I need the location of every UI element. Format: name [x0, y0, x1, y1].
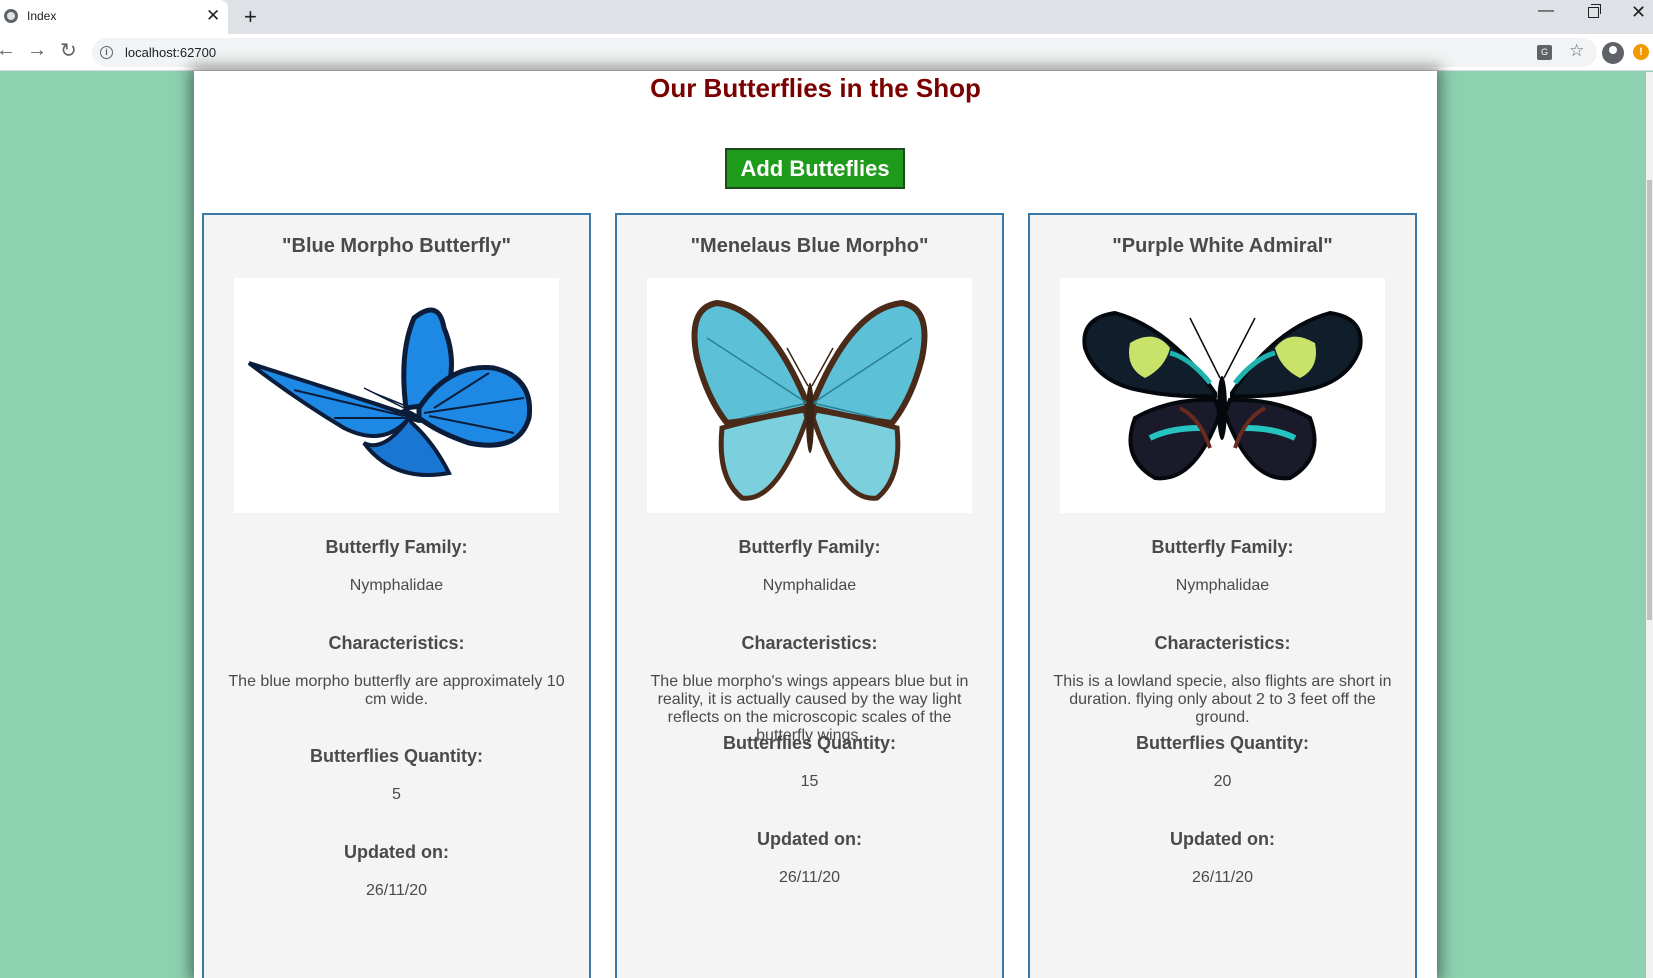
- address-bar[interactable]: i localhost:62700 G ☆: [92, 38, 1597, 67]
- characteristics-value: The blue morpho butterfly are approximat…: [228, 673, 565, 708]
- butterfly-illustration: [691, 299, 928, 501]
- minimize-icon[interactable]: —: [1538, 2, 1554, 20]
- page-panel: Our Butterflies in the Shop Add Buttefli…: [194, 71, 1437, 978]
- updated-label: Updated on:: [344, 842, 449, 862]
- update-alert-icon[interactable]: !: [1633, 44, 1649, 60]
- butterfly-illustration: [1082, 310, 1363, 481]
- browser-tab-bar: Index ✕ + — ✕: [0, 0, 1653, 34]
- family-label: Butterfly Family:: [738, 537, 881, 557]
- family-value: Nymphalidae: [349, 577, 444, 594]
- new-tab-icon[interactable]: +: [244, 4, 257, 30]
- family-label: Butterfly Family:: [325, 537, 468, 557]
- blue-morpho-butterfly-image: [247, 307, 533, 477]
- family-label: Butterfly Family:: [1151, 537, 1294, 557]
- butterfly-name: "Purple White Admiral": [1112, 235, 1333, 257]
- browser-tab[interactable]: Index ✕: [0, 0, 228, 34]
- family-value: Nymphalidae: [762, 577, 857, 594]
- updated-value: 26/11/20: [1191, 869, 1254, 886]
- reload-icon[interactable]: ↻: [60, 38, 77, 63]
- quantity-value: 20: [1213, 773, 1232, 790]
- family-value: Nymphalidae: [1175, 577, 1270, 594]
- updated-value: 26/11/20: [778, 869, 841, 886]
- purple-white-admiral-image: [1082, 310, 1363, 481]
- butterfly-card: "Menelaus Blue Morpho" Butterfly Family:…: [615, 213, 1004, 978]
- quantity-label: Butterflies Quantity:: [309, 746, 483, 766]
- characteristics-value: This is a lowland specie, also flights a…: [1053, 673, 1392, 726]
- url-text[interactable]: localhost:62700: [125, 45, 216, 60]
- butterfly-image: [1060, 278, 1385, 513]
- info-icon[interactable]: i: [100, 46, 113, 59]
- add-butterflies-button[interactable]: Add Butteflies: [725, 148, 905, 189]
- quantity-value: 15: [800, 773, 819, 790]
- characteristics-label: Characteristics:: [741, 633, 878, 653]
- updated-label: Updated on:: [757, 829, 862, 849]
- butterfly-image: [647, 278, 972, 513]
- browser-toolbar: ← → ↻ i localhost:62700 G ☆ !: [0, 34, 1653, 71]
- butterfly-card: "Blue Morpho Butterfly" Butterfly Family…: [202, 213, 591, 978]
- scrollbar-thumb[interactable]: [1647, 180, 1652, 620]
- translate-icon[interactable]: G: [1537, 45, 1552, 60]
- globe-icon: [4, 9, 18, 23]
- menelaus-blue-morpho-image: [691, 299, 928, 501]
- close-tab-icon[interactable]: ✕: [206, 6, 220, 26]
- updated-label: Updated on:: [1170, 829, 1275, 849]
- profile-icon[interactable]: [1602, 42, 1624, 64]
- restore-icon[interactable]: [1588, 4, 1601, 18]
- butterfly-card: "Purple White Admiral" Butterfly Family:…: [1028, 213, 1417, 978]
- butterfly-name: "Menelaus Blue Morpho": [690, 235, 929, 257]
- butterfly-illustration: [247, 307, 533, 477]
- quantity-label: Butterflies Quantity:: [1135, 733, 1309, 753]
- characteristics-label: Characteristics:: [328, 633, 465, 653]
- updated-value: 26/11/20: [365, 882, 428, 899]
- window-close-icon[interactable]: ✕: [1631, 2, 1646, 23]
- characteristics-label: Characteristics:: [1154, 633, 1291, 653]
- quantity-label: Butterflies Quantity:: [722, 733, 896, 753]
- back-arrow-icon[interactable]: ←: [0, 39, 16, 62]
- butterfly-name: "Blue Morpho Butterfly": [282, 235, 511, 257]
- bookmark-star-icon[interactable]: ☆: [1569, 41, 1584, 61]
- quantity-value: 5: [392, 786, 401, 803]
- butterfly-image: [234, 278, 559, 513]
- forward-arrow-icon[interactable]: →: [27, 39, 47, 62]
- page-title: Our Butterflies in the Shop: [650, 73, 981, 103]
- page-scrollbar[interactable]: [1646, 72, 1653, 978]
- tab-title: Index: [27, 9, 57, 23]
